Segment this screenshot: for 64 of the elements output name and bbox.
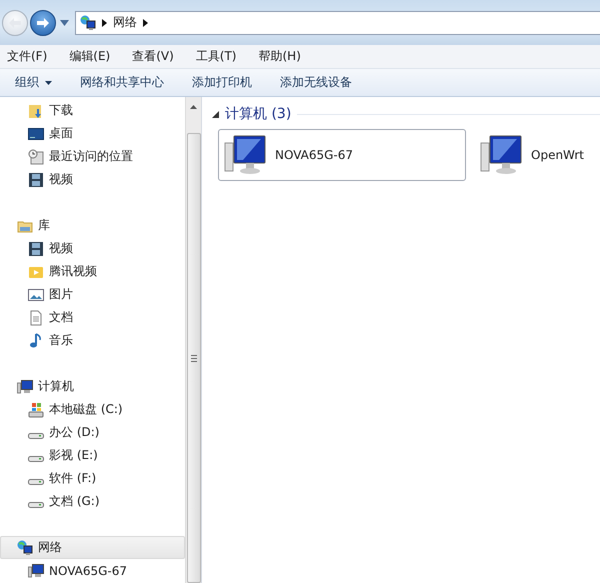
scrollbar[interactable] [185, 97, 201, 583]
picture-icon [28, 286, 44, 302]
caret-icon [60, 20, 69, 26]
menu-item[interactable]: 工具(T) [192, 48, 244, 65]
computer-icon [223, 133, 267, 177]
scroll-up-icon [190, 105, 197, 109]
film-icon [28, 172, 44, 188]
film-icon [28, 240, 44, 256]
computer-tile[interactable]: NOVA65G-67 [218, 129, 466, 181]
nav-item[interactable]: 影视 (E:) [0, 444, 185, 467]
drive-icon [28, 456, 44, 462]
nav-item[interactable]: 视频 [0, 168, 185, 191]
nav-item[interactable]: 文档 [0, 306, 185, 329]
breadcrumb-item[interactable]: 网络 [113, 14, 137, 31]
nav-item[interactable]: 办公 (D:) [0, 421, 185, 444]
nav-item[interactable]: NOVA65G-67 [0, 559, 185, 582]
toolbar-button[interactable]: 添加无线设备 [273, 71, 359, 94]
toolbar-button[interactable]: 组织 [8, 71, 59, 94]
menu-item[interactable]: 文件(F) [4, 48, 54, 65]
chevron-icon [143, 18, 148, 26]
nav-item[interactable]: 桌面 [0, 122, 185, 145]
address-field[interactable]: 网络 [75, 10, 600, 34]
grip-icon [190, 354, 196, 362]
nav-item[interactable]: 最近访问的位置 [0, 145, 185, 168]
drive-icon [28, 478, 44, 484]
menu-item[interactable]: 查看(V) [129, 48, 181, 65]
recent-places-icon [28, 148, 44, 164]
computer-tile[interactable]: OpenWrt [474, 129, 600, 181]
arrow-right-icon [36, 16, 50, 28]
chevron-icon [102, 18, 107, 26]
toolbar-button[interactable]: 网络和共享中心 [73, 71, 171, 94]
collapse-icon[interactable] [212, 110, 219, 118]
nav-item[interactable]: 音乐 [0, 329, 185, 352]
history-dropdown[interactable] [58, 20, 71, 26]
desktop-icon [28, 126, 44, 142]
folder-download-icon [28, 102, 44, 118]
network-icon [80, 14, 96, 30]
drive-icon [28, 432, 44, 438]
network-icon [17, 540, 33, 556]
nav-item[interactable]: 软件 (F:) [0, 467, 185, 490]
music-note-icon [28, 332, 44, 348]
scrollbar-thumb[interactable] [186, 133, 200, 583]
computer-icon [479, 133, 523, 177]
menu-item[interactable]: 编辑(E) [66, 48, 118, 65]
caret-icon [45, 80, 52, 84]
drive-icon [28, 502, 44, 508]
nav-item[interactable]: 视频 [0, 237, 185, 260]
document-icon [28, 310, 44, 326]
nav-item[interactable]: 下载 [0, 99, 185, 122]
computer-icon [28, 562, 44, 578]
group-heading: 计算机 (3) [225, 105, 292, 123]
forward-button[interactable] [30, 10, 56, 36]
nav-item[interactable]: 图片 [0, 283, 185, 306]
arrow-left-icon [8, 16, 22, 28]
nav-item[interactable]: 库 [0, 214, 185, 237]
nav-item[interactable]: 文档 (G:) [0, 490, 185, 513]
computer-icon [17, 378, 33, 394]
menu-item[interactable]: 帮助(H) [256, 48, 308, 65]
nav-item[interactable]: 本地磁盘 (C:) [0, 398, 185, 421]
nav-item[interactable]: 腾讯视频 [0, 260, 185, 283]
nav-item[interactable]: 计算机 [0, 375, 185, 398]
toolbar-button[interactable]: 添加打印机 [185, 71, 259, 94]
system-drive-icon [28, 402, 44, 418]
nav-item[interactable]: 网络 [0, 536, 185, 559]
